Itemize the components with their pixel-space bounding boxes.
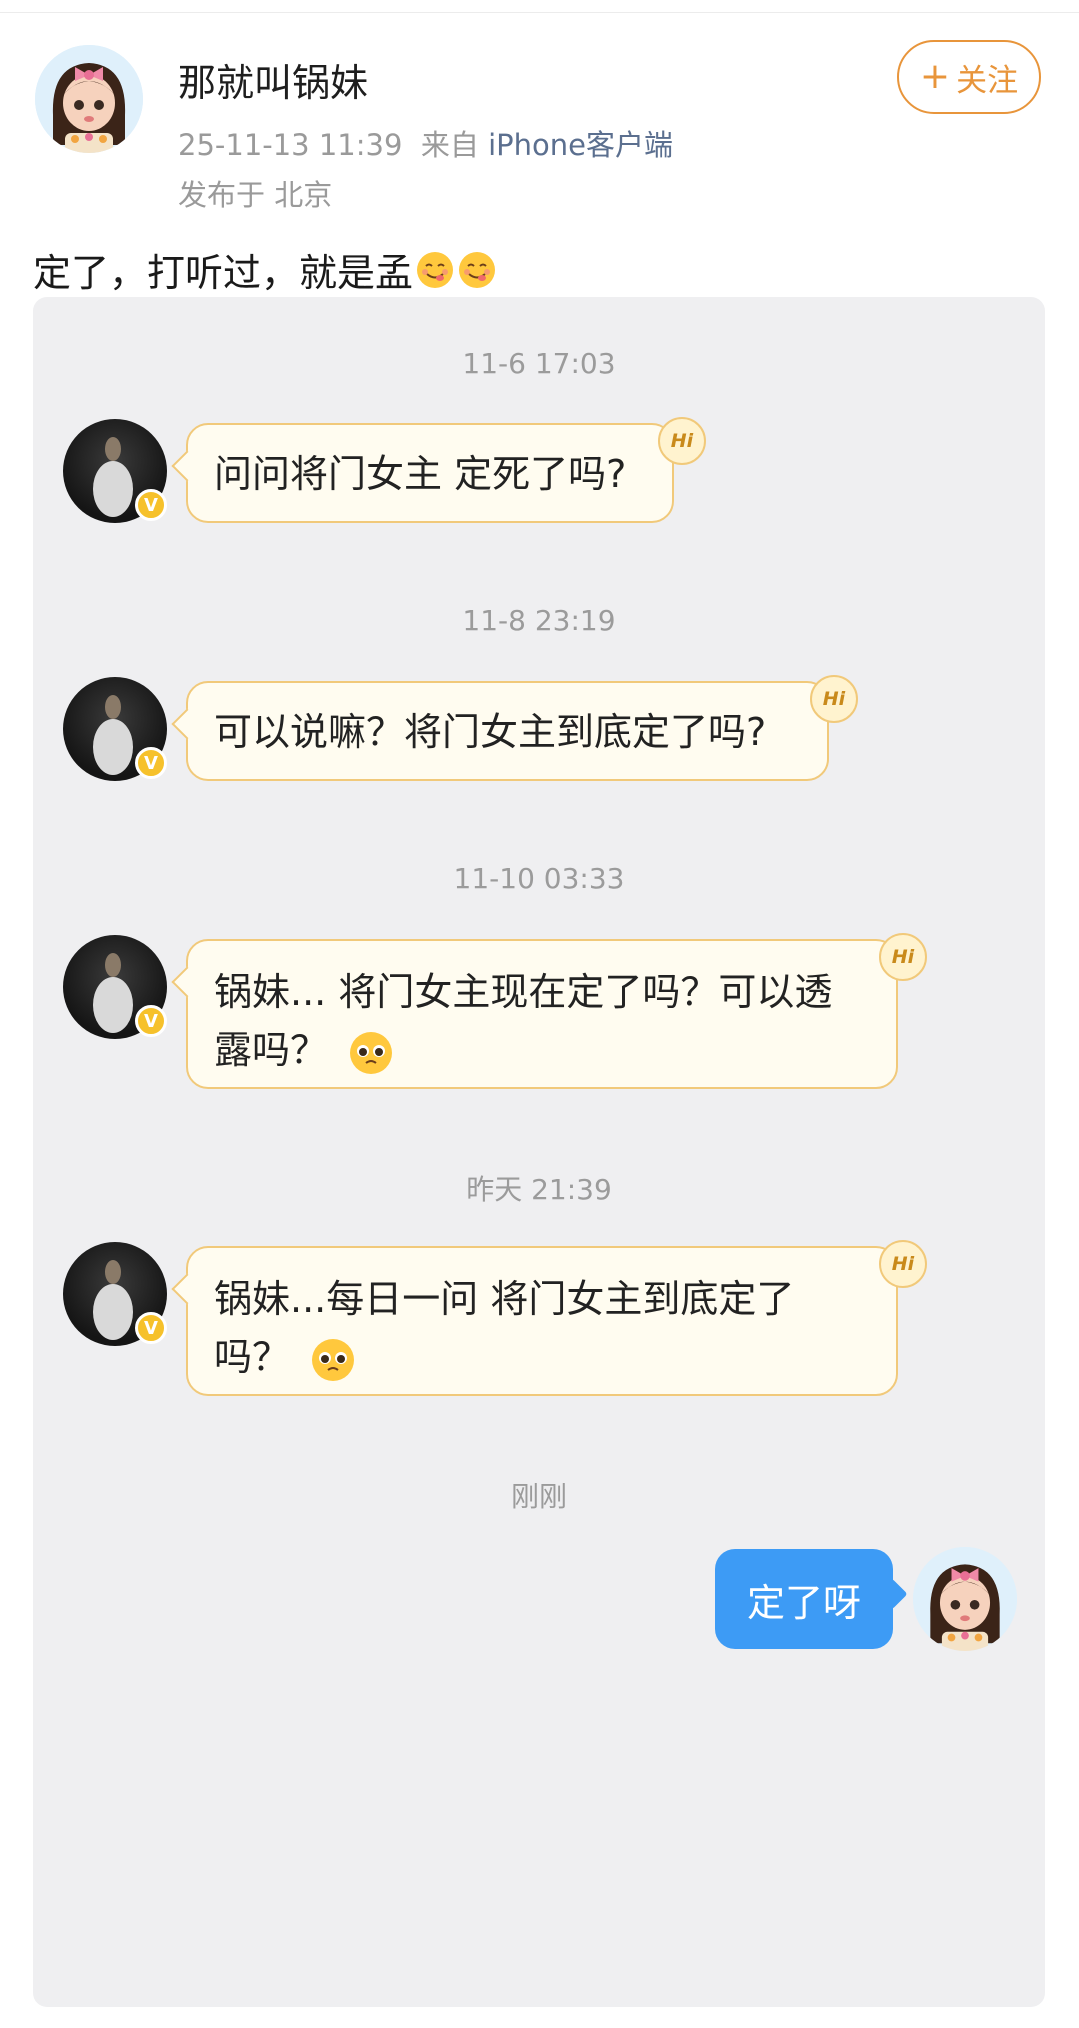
message-text: 问问将门女主 定死了吗? <box>214 452 627 496</box>
hi-icon: Hi <box>879 1240 927 1288</box>
verified-icon: V <box>135 1005 167 1037</box>
pleading-face-emoji <box>312 1338 355 1381</box>
sender-avatar: V <box>63 419 167 523</box>
received-message-bubble: 问问将门女主 定死了吗? <box>186 423 674 523</box>
savoring-face-emoji <box>417 251 454 288</box>
message-text-line2: 吗？ <box>214 1328 870 1386</box>
post-timestamp: 25-11-13 11:39 <box>178 128 403 162</box>
post-location: 发布于 北京 <box>178 178 333 212</box>
message-text: 锅妹... 将门女主现在定了吗？可以透 <box>214 970 833 1014</box>
source-prefix: 来自 <box>420 128 479 162</box>
author-avatar[interactable] <box>35 45 143 153</box>
sender-avatar: V <box>63 935 167 1039</box>
hi-icon: Hi <box>658 417 706 465</box>
verified-icon: V <box>135 747 167 779</box>
message-time: 11-8 23:19 <box>462 604 616 637</box>
received-message-bubble: 可以说嘛？将门女主到底定了吗? <box>186 681 829 781</box>
sent-message-bubble: 定了呀 <box>715 1549 893 1649</box>
message-text: 可以说嘛？将门女主到底定了吗? <box>214 710 767 754</box>
message-time: 11-10 03:33 <box>453 862 625 895</box>
received-message-bubble: 锅妹...每日一问 将门女主到底定了 吗？ <box>186 1246 898 1396</box>
hi-icon: Hi <box>810 675 858 723</box>
post-text: 定了，打听过，就是孟 <box>33 251 414 295</box>
chat-screenshot[interactable]: 11-6 17:03 V 问问将门女主 定死了吗? Hi 11-8 23:19 … <box>33 297 1045 2007</box>
hi-icon: Hi <box>879 933 927 981</box>
verified-icon: V <box>135 1312 167 1344</box>
top-divider <box>0 12 1079 13</box>
follow-button[interactable]: + 关注 <box>897 40 1041 114</box>
verified-icon: V <box>135 489 167 521</box>
message-time: 11-6 17:03 <box>462 347 616 380</box>
savoring-face-emoji <box>459 251 496 288</box>
self-avatar <box>913 1547 1017 1651</box>
message-text-line2: 露吗？ <box>214 1021 870 1079</box>
sent-message-text: 定了呀 <box>746 1580 861 1625</box>
message-text: 锅妹...每日一问 将门女主到底定了 <box>214 1277 795 1321</box>
received-message-bubble: 锅妹... 将门女主现在定了吗？可以透 露吗？ <box>186 939 898 1089</box>
plus-icon: + <box>919 56 951 97</box>
message-time: 昨天 21:39 <box>466 1173 612 1206</box>
post-meta: 25-11-13 11:39 来自 iPhone客户端 <box>178 122 673 164</box>
follow-label: 关注 <box>956 62 1019 99</box>
pleading-face-emoji <box>350 1031 393 1074</box>
author-username[interactable]: 那就叫锅妹 <box>178 52 368 107</box>
source-device: iPhone客户端 <box>488 128 673 162</box>
post-body: 定了，打听过，就是孟 <box>33 242 497 297</box>
sender-avatar: V <box>63 1242 167 1346</box>
sender-avatar: V <box>63 677 167 781</box>
reply-time: 刚刚 <box>510 1480 567 1513</box>
